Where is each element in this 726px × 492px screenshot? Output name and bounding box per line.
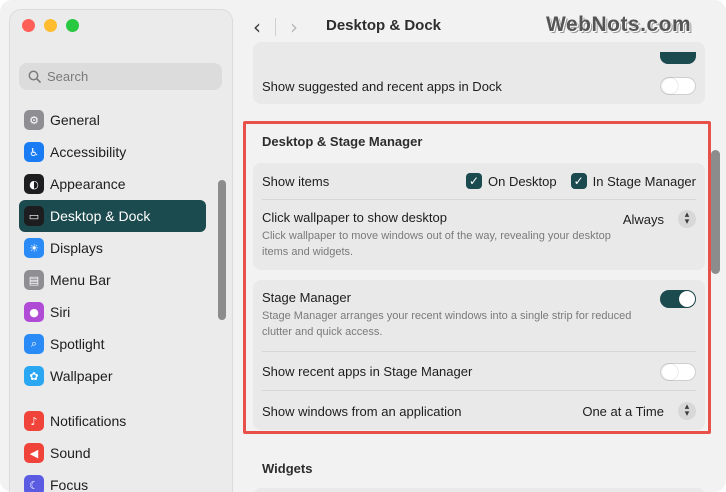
dock-recent-toggle[interactable] — [660, 77, 696, 95]
sidebar-item-accessibility[interactable]: ♿ Accessibility — [19, 136, 206, 168]
settings-content: Show suggested and recent apps in Dock D… — [233, 42, 726, 492]
focus-icon: ☾ — [24, 475, 44, 492]
sidebar-item-label: Desktop & Dock — [50, 208, 151, 224]
dock-card: Show suggested and recent apps in Dock — [253, 42, 705, 104]
dock-icon: ▭ — [24, 206, 44, 226]
search-placeholder: Search — [47, 69, 89, 84]
sidebar-item-label: Accessibility — [50, 144, 127, 160]
dock-recent-row: Show suggested and recent apps in Dock — [262, 68, 696, 104]
sidebar-item-menu-bar[interactable]: ▤ Menu Bar — [19, 264, 206, 296]
sidebar-item-spotlight[interactable]: ⌕ Spotlight — [19, 328, 206, 360]
show-windows-row: Show windows from an application One at … — [262, 392, 696, 430]
appearance-icon: ◐ — [24, 174, 44, 194]
chevron-updown-icon: ▴ ▾ — [678, 210, 696, 228]
zoom-window-button[interactable] — [66, 19, 79, 32]
chevron-updown-icon: ▴ ▾ — [678, 402, 696, 420]
click-wallpaper-value: Always — [622, 211, 664, 227]
section-title-stage: Desktop & Stage Manager — [262, 134, 423, 149]
accessibility-icon: ♿ — [24, 142, 44, 162]
checkmark-icon: ✓ — [570, 173, 587, 189]
recent-apps-toggle[interactable] — [660, 362, 696, 381]
sidebar-item-label: Notifications — [50, 413, 127, 429]
click-wallpaper-description: Click wallpaper to move windows out of t… — [262, 230, 611, 258]
sidebar-item-label: Wallpaper — [50, 368, 113, 384]
sidebar-item-notifications[interactable]: ♪ Notifications — [19, 405, 206, 437]
close-window-button[interactable] — [22, 19, 35, 32]
desktop-card: Show items ✓ On Desktop ✓ In Stage Manag… — [253, 163, 705, 270]
checkmark-icon: ✓ — [465, 173, 482, 189]
sidebar-item-label: General — [50, 112, 100, 128]
siri-icon: ● — [24, 302, 44, 322]
sidebar-item-general[interactable]: ⚙ General — [19, 104, 206, 136]
gear-icon: ⚙ — [24, 110, 44, 130]
sidebar-item-label: Menu Bar — [50, 272, 111, 288]
menu-bar-icon: ▤ — [24, 270, 44, 290]
recent-apps-row: Show recent apps in Stage Manager — [262, 353, 696, 391]
sidebar-item-label: Displays — [50, 240, 103, 256]
recent-apps-label: Show recent apps in Stage Manager — [262, 364, 473, 379]
sidebar-scrollbar[interactable] — [218, 180, 226, 320]
wallpaper-icon: ✿ — [24, 366, 44, 386]
sidebar-item-label: Appearance — [50, 176, 126, 192]
content-scrollbar[interactable] — [711, 150, 720, 274]
nav-divider — [275, 18, 276, 36]
minimize-window-button[interactable] — [44, 19, 57, 32]
stage-manager-label: Stage Manager — [262, 290, 351, 305]
on-desktop-label: On Desktop — [487, 173, 557, 189]
stage-manager-description: Stage Manager arranges your recent windo… — [262, 310, 632, 338]
search-input[interactable]: Search — [19, 63, 222, 90]
section-title-widgets: Widgets — [262, 461, 313, 476]
in-stage-manager-checkbox[interactable]: ✓ In Stage Manager — [570, 173, 696, 189]
sidebar-item-desktop-dock[interactable]: ▭ Desktop & Dock — [19, 200, 206, 232]
page-title: Desktop & Dock — [326, 17, 442, 34]
sidebar-item-sound[interactable]: ◀ Sound — [19, 437, 206, 469]
notifications-icon: ♪ — [24, 411, 44, 431]
show-items-label: Show items — [262, 173, 330, 189]
forward-button[interactable]: › — [280, 13, 308, 41]
sidebar-item-appearance[interactable]: ◐ Appearance — [19, 168, 206, 200]
dock-toggle-partial[interactable] — [660, 52, 696, 64]
stage-manager-row: Stage Manager Stage Manager arranges you… — [262, 280, 696, 352]
displays-icon: ☀ — [24, 238, 44, 258]
show-windows-value: One at a Time — [582, 403, 664, 419]
dock-recent-label: Show suggested and recent apps in Dock — [262, 78, 502, 94]
stage-manager-card: Stage Manager Stage Manager arranges you… — [253, 280, 705, 430]
click-wallpaper-popup[interactable]: Always ▴ ▾ — [623, 210, 696, 228]
widgets-card — [253, 488, 705, 492]
sidebar-item-siri[interactable]: ● Siri — [19, 296, 206, 328]
spotlight-icon: ⌕ — [24, 334, 44, 354]
sidebar-item-displays[interactable]: ☀ Displays — [19, 232, 206, 264]
settings-window: Search ⚙ General ♿ Accessibility ◐ Appearance… — [0, 0, 726, 492]
sidebar-item-label: Focus — [50, 477, 89, 492]
sidebar-item-focus[interactable]: ☾ Focus — [19, 469, 206, 492]
sound-icon: ◀ — [24, 443, 44, 463]
sidebar-list: ⚙ General ♿ Accessibility ◐ Appearance ▭ Deskto… — [19, 104, 206, 492]
sidebar-item-label: Spotlight — [50, 336, 105, 352]
show-windows-label: Show windows from an application — [262, 403, 462, 419]
on-desktop-checkbox[interactable]: ✓ On Desktop — [465, 173, 557, 189]
click-wallpaper-row: Click wallpaper to show desktop Click wa… — [262, 201, 696, 267]
show-windows-popup[interactable]: One at a Time ▴ ▾ — [582, 402, 696, 420]
search-icon — [28, 70, 41, 83]
click-wallpaper-label: Click wallpaper to show desktop — [262, 210, 447, 225]
in-stage-manager-label: In Stage Manager — [592, 173, 696, 189]
stage-manager-toggle[interactable] — [660, 290, 696, 308]
show-items-row: Show items ✓ On Desktop ✓ In Stage Manag… — [262, 163, 696, 200]
sidebar-item-label: Sound — [50, 445, 91, 461]
sidebar-item-wallpaper[interactable]: ✿ Wallpaper — [19, 360, 206, 392]
watermark-logo: WebNots.com — [546, 13, 692, 36]
sidebar-item-label: Siri — [50, 304, 71, 320]
back-button[interactable]: ‹ — [243, 13, 271, 41]
